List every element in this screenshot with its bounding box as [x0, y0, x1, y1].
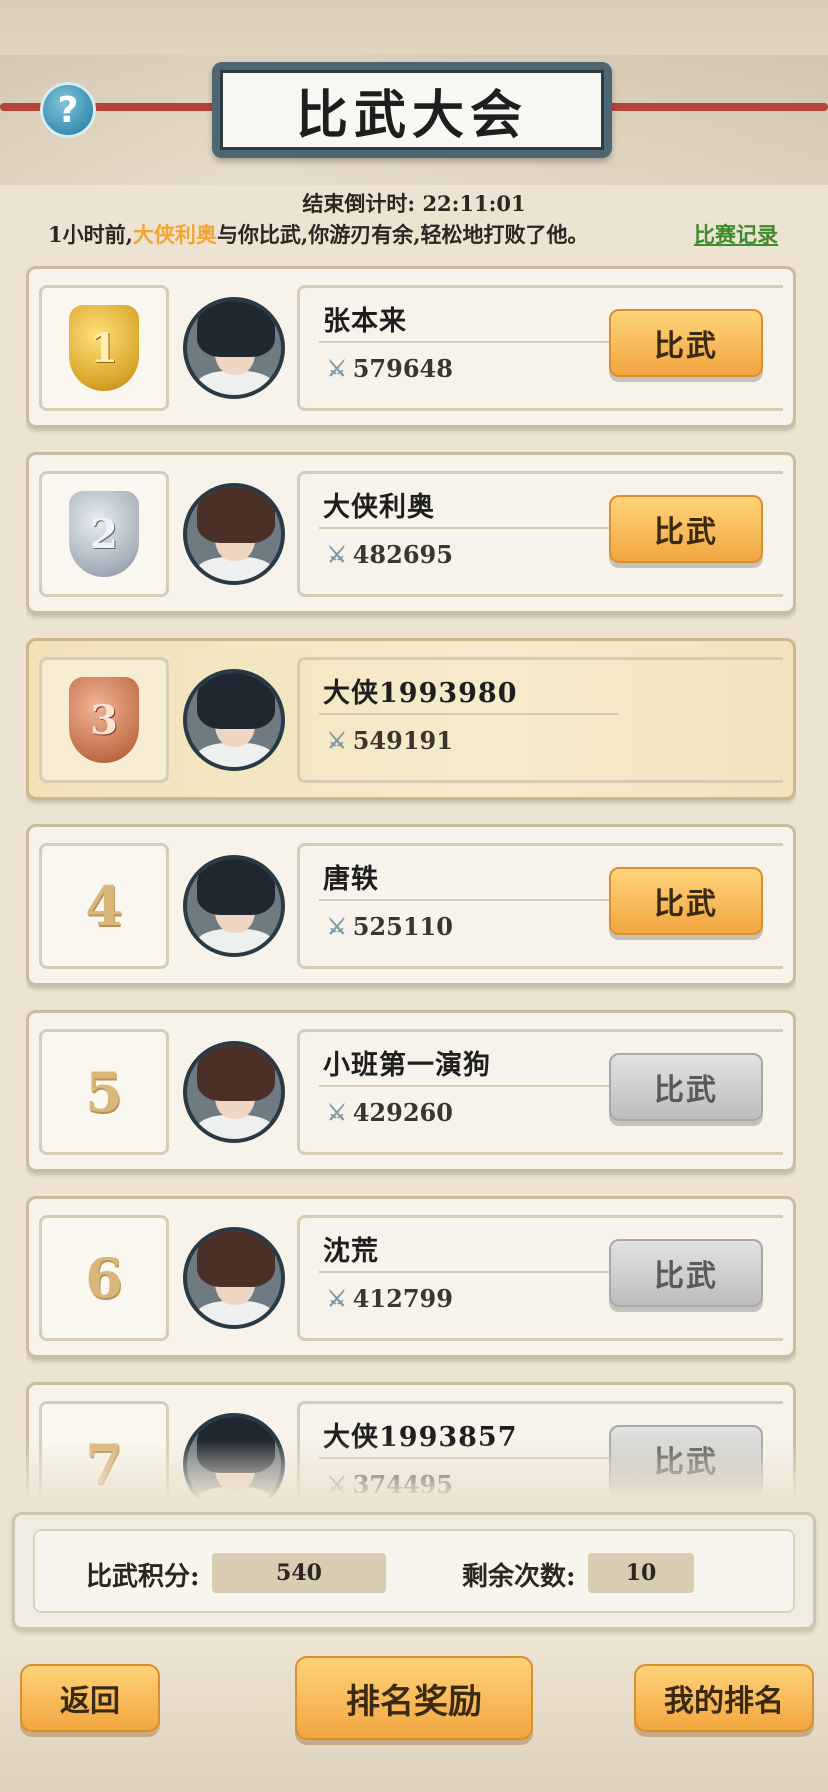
- avatar[interactable]: [183, 1041, 285, 1143]
- battle-opponent-name: 大侠利奥: [132, 222, 217, 247]
- ranking-row-self: 3 大侠1993980 ⚔ 549191: [26, 638, 796, 800]
- sword-icon: ⚔: [327, 541, 347, 568]
- match-record-link[interactable]: 比赛记录: [694, 219, 778, 249]
- sword-icon: ⚔: [327, 1099, 347, 1126]
- player-name: 沈荒: [323, 1236, 379, 1267]
- avatar[interactable]: [183, 1227, 285, 1329]
- player-power: ⚔ 549191: [327, 726, 453, 755]
- rank-badge: 5: [39, 1029, 169, 1155]
- avatar[interactable]: [183, 855, 285, 957]
- sword-icon: ⚔: [327, 727, 347, 754]
- power-value: 412799: [352, 1284, 453, 1313]
- divider: [319, 713, 619, 715]
- rope-left-decoration: [0, 103, 230, 111]
- power-value: 482695: [352, 540, 453, 569]
- my-rank-button[interactable]: 我的排名: [634, 1664, 814, 1732]
- divider: [319, 1085, 619, 1087]
- avatar[interactable]: [183, 483, 285, 585]
- power-value: 525110: [352, 912, 453, 941]
- title-banner: 比武大会: [212, 62, 612, 158]
- rank-badge: 4: [39, 843, 169, 969]
- player-power: ⚔ 482695: [327, 540, 453, 569]
- challenge-button[interactable]: 比武: [609, 309, 763, 377]
- rank-number: 3: [90, 696, 118, 744]
- battle-message-suffix: 与你比武,你游刃有余,轻松地打败了他。: [216, 222, 589, 247]
- ranking-row: 5 小班第一演狗 ⚔ 429260 比武: [26, 1010, 796, 1172]
- power-value: 429260: [352, 1098, 453, 1127]
- player-name: 大侠利奥: [323, 492, 435, 523]
- challenge-button[interactable]: 比武: [609, 867, 763, 935]
- countdown-value: 22:11:01: [422, 191, 526, 216]
- player-name: 小班第一演狗: [323, 1050, 491, 1081]
- player-name: 大侠1993980: [323, 678, 518, 709]
- silver-medal-icon: 2: [69, 491, 139, 577]
- rank-badge: 3: [39, 657, 169, 783]
- divider: [319, 527, 619, 529]
- divider: [319, 341, 619, 343]
- player-power: ⚔ 412799: [327, 1284, 453, 1313]
- divider: [319, 1271, 619, 1273]
- player-name: 唐轶: [323, 864, 379, 895]
- gold-medal-icon: 1: [69, 305, 139, 391]
- score-value: 540: [212, 1553, 386, 1593]
- ranking-row: 2 大侠利奥 ⚔ 482695 比武: [26, 452, 796, 614]
- rank-number: 6: [85, 1246, 123, 1310]
- sword-icon: ⚔: [327, 1285, 347, 1312]
- power-value: 579648: [352, 354, 453, 383]
- rank-badge: 2: [39, 471, 169, 597]
- question-icon: ?: [57, 89, 79, 131]
- rank-rewards-button[interactable]: 排名奖励: [295, 1656, 533, 1740]
- player-power: ⚔ 579648: [327, 354, 453, 383]
- rank-badge: 1: [39, 285, 169, 411]
- page-title: 比武大会: [220, 70, 604, 150]
- ranking-list[interactable]: 1 张本来 ⚔ 579648 比武 2 大侠利奥 ⚔ 482695 比武 3 大侠1…: [26, 266, 796, 1498]
- ranking-row: 6 沈荒 ⚔ 412799 比武: [26, 1196, 796, 1358]
- player-power: ⚔ 525110: [327, 912, 453, 941]
- bronze-medal-icon: 3: [69, 677, 139, 763]
- remaining-label: 剩余次数:: [462, 1562, 576, 1592]
- rank-number: 4: [85, 874, 123, 938]
- remaining-value: 10: [588, 1553, 694, 1593]
- battle-message: 1小时前,大侠利奥与你比武,你游刃有余,轻松地打败了他。 比赛记录: [48, 219, 788, 249]
- challenge-button[interactable]: 比武: [609, 495, 763, 563]
- player-name: 张本来: [323, 306, 407, 337]
- list-fade: [0, 1440, 828, 1500]
- avatar[interactable]: [183, 669, 285, 771]
- rope-right-decoration: [598, 103, 828, 111]
- power-value: 549191: [352, 726, 453, 755]
- ranking-row: 4 唐轶 ⚔ 525110 比武: [26, 824, 796, 986]
- score-label: 比武积分:: [86, 1562, 200, 1592]
- divider: [319, 899, 619, 901]
- challenge-button[interactable]: 比武: [609, 1053, 763, 1121]
- avatar[interactable]: [183, 297, 285, 399]
- ranking-row: 1 张本来 ⚔ 579648 比武: [26, 266, 796, 428]
- back-button[interactable]: 返回: [20, 1664, 160, 1732]
- sword-icon: ⚔: [327, 913, 347, 940]
- rank-number: 1: [90, 324, 118, 372]
- sword-icon: ⚔: [327, 355, 347, 382]
- player-power: ⚔ 429260: [327, 1098, 453, 1127]
- countdown: 结束倒计时: 22:11:01: [0, 188, 828, 218]
- rank-number: 5: [85, 1060, 123, 1124]
- rank-badge: 6: [39, 1215, 169, 1341]
- challenge-button[interactable]: 比武: [609, 1239, 763, 1307]
- rank-number: 2: [90, 510, 118, 558]
- help-button[interactable]: ?: [40, 82, 96, 138]
- countdown-label: 结束倒计时:: [302, 191, 416, 216]
- battle-message-prefix: 1小时前,: [48, 222, 133, 247]
